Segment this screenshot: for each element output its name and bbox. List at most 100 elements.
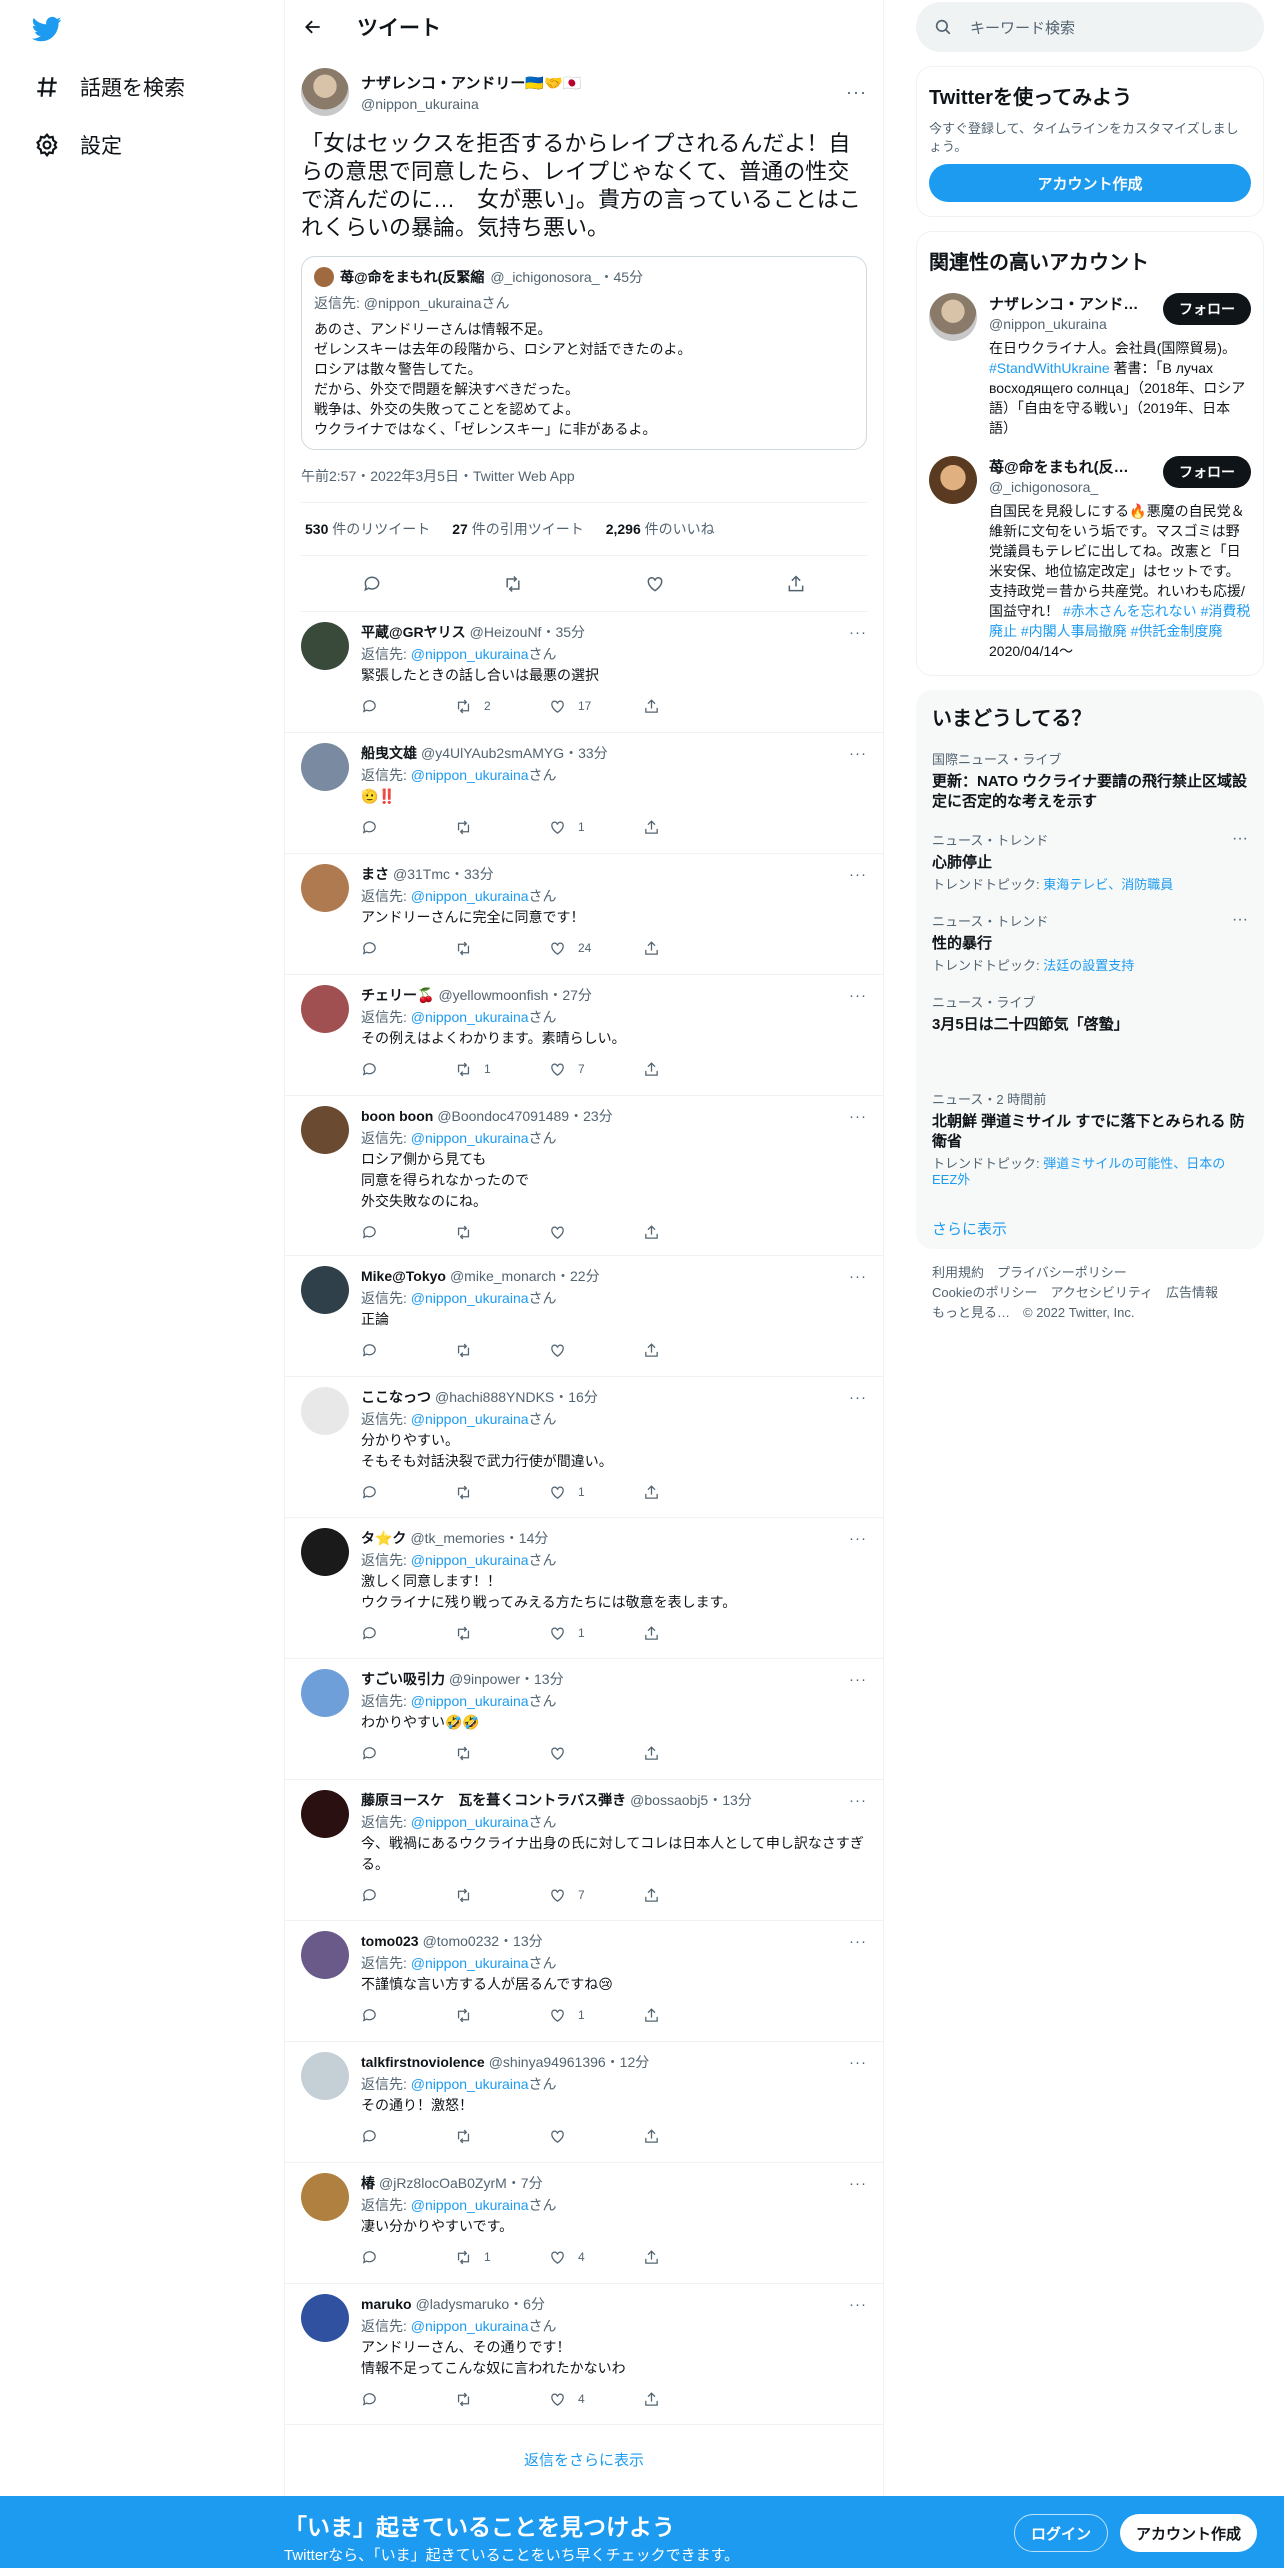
avatar[interactable]: [301, 1106, 349, 1154]
share-button[interactable]: [643, 1625, 737, 1642]
reply-author-meta[interactable]: @ladysmaruko・6分: [416, 2294, 545, 2314]
reply-button[interactable]: [361, 1887, 455, 1904]
more-icon[interactable]: ···: [849, 1108, 867, 1125]
reply-author-name[interactable]: 椿: [361, 2173, 375, 2193]
reply-author-meta[interactable]: @y4UlYAub2smAMYG・33分: [421, 743, 608, 763]
reply-author-meta[interactable]: @HeizouNf・35分: [470, 622, 585, 642]
reply-author-meta[interactable]: @Boondoc47091489・23分: [437, 1106, 612, 1126]
like-button[interactable]: [549, 1342, 643, 1359]
twitter-logo-icon[interactable]: [30, 14, 64, 44]
mention-link[interactable]: @nippon_ukuraina: [411, 888, 529, 904]
avatar[interactable]: [929, 293, 977, 341]
avatar[interactable]: [301, 2052, 349, 2100]
like-button[interactable]: 17: [549, 698, 643, 715]
reply-author-name[interactable]: talkfirstnoviolence: [361, 2054, 485, 2070]
share-button[interactable]: [643, 2249, 737, 2266]
reply-tweet[interactable]: チェリー🍒 @yellowmoonfish・27分 ··· 返信先: @nipp…: [285, 975, 883, 1096]
more-icon[interactable]: ···: [849, 987, 867, 1004]
avatar[interactable]: [301, 1931, 349, 1979]
quote-count[interactable]: 27 件の引用ツイート: [452, 519, 583, 539]
share-button[interactable]: [643, 2391, 737, 2408]
reply-button[interactable]: [361, 1745, 455, 1762]
like-button[interactable]: 1: [549, 1625, 643, 1642]
reply-tweet[interactable]: 椿 @jRz8locOaB0ZyrM・7分 ··· 返信先: @nippon_u…: [285, 2163, 883, 2284]
retweet-icon[interactable]: [503, 574, 523, 594]
like-button[interactable]: [549, 1745, 643, 1762]
more-icon[interactable]: ···: [1232, 830, 1248, 848]
like-button[interactable]: 1: [549, 1484, 643, 1501]
author-name[interactable]: ナザレンコ・アンドリー🇺🇦🤝🇯🇵: [361, 72, 581, 93]
reply-button[interactable]: [361, 1342, 455, 1359]
more-icon[interactable]: ···: [849, 624, 867, 641]
reply-tweet[interactable]: tomo023 @tomo0232・13分 ··· 返信先: @nippon_u…: [285, 1921, 883, 2042]
reply-tweet[interactable]: まさ @31Tmc・33分 ··· 返信先: @nippon_ukurainaさ…: [285, 854, 883, 975]
share-button[interactable]: [643, 1224, 737, 1241]
retweet-button[interactable]: 1: [455, 1061, 549, 1078]
mention-link[interactable]: @nippon_ukuraina: [411, 1130, 529, 1146]
mention-link[interactable]: @nippon_ukuraina: [411, 1009, 529, 1025]
reply-author-meta[interactable]: @hachi888YNDKS・16分: [435, 1387, 598, 1407]
reply-button[interactable]: [361, 698, 455, 715]
retweet-button[interactable]: [455, 1484, 549, 1501]
share-button[interactable]: [643, 1061, 737, 1078]
follow-button[interactable]: フォロー: [1163, 293, 1251, 325]
related-name[interactable]: ナザレンコ・アンドリー🇺🇦🤝🇯🇵: [989, 293, 1139, 314]
more-icon[interactable]: ···: [849, 1933, 867, 1950]
retweet-button[interactable]: 2: [455, 698, 549, 715]
avatar[interactable]: [301, 1266, 349, 1314]
like-button[interactable]: [549, 2128, 643, 2145]
more-icon[interactable]: ···: [849, 2054, 867, 2071]
mention-link[interactable]: @nippon_ukuraina: [411, 2318, 529, 2334]
like-count[interactable]: 2,296 件のいいね: [606, 519, 715, 539]
mention-link[interactable]: @nippon_ukuraina: [411, 2076, 529, 2092]
retweet-button[interactable]: [455, 819, 549, 836]
footer-line[interactable]: 利用規約 プライバシーポリシー: [932, 1263, 1264, 1283]
avatar[interactable]: [301, 1528, 349, 1576]
share-button[interactable]: [643, 698, 737, 715]
related-name[interactable]: 苺@命をまもれ(反緊縮: [989, 456, 1139, 477]
more-icon[interactable]: ···: [849, 1792, 867, 1809]
related-account[interactable]: ナザレンコ・アンドリー🇺🇦🤝🇯🇵 @nippon_ukuraina フォロー 在…: [929, 293, 1251, 438]
retweet-button[interactable]: 1: [455, 2249, 549, 2266]
back-arrow-icon[interactable]: [303, 17, 323, 37]
like-button[interactable]: 4: [549, 2391, 643, 2408]
reply-author-meta[interactable]: @jRz8locOaB0ZyrM・7分: [379, 2173, 543, 2193]
reply-author-name[interactable]: タ⭐ク: [361, 1528, 406, 1548]
like-button[interactable]: 7: [549, 1887, 643, 1904]
reply-button[interactable]: [361, 1625, 455, 1642]
like-button[interactable]: 4: [549, 2249, 643, 2266]
retweet-button[interactable]: [455, 1745, 549, 1762]
trend-topic-link[interactable]: 法廷の設置支持: [1043, 958, 1134, 973]
like-button[interactable]: 7: [549, 1061, 643, 1078]
reply-author-name[interactable]: boon boon: [361, 1108, 433, 1124]
reply-tweet[interactable]: 平蔵@GRヤリス @HeizouNf・35分 ··· 返信先: @nippon_…: [285, 612, 883, 733]
retweet-button[interactable]: [455, 2391, 549, 2408]
trend-item[interactable]: ニュース・ライブ 3月5日は二十四節気「啓蟄」: [932, 992, 1248, 1035]
reply-button[interactable]: [361, 1224, 455, 1241]
mention-link[interactable]: @nippon_ukuraina: [411, 1814, 529, 1830]
share-button[interactable]: [643, 2128, 737, 2145]
share-button[interactable]: [643, 1887, 737, 1904]
more-icon[interactable]: ···: [849, 745, 867, 762]
mention-link[interactable]: @nippon_ukuraina: [411, 1290, 529, 1306]
mention-link[interactable]: @nippon_ukuraina: [411, 1411, 529, 1427]
more-icon[interactable]: ···: [1232, 911, 1248, 929]
related-account[interactable]: 苺@命をまもれ(反緊縮 @_ichigonosora_ フォロー 自国民を見殺し…: [929, 456, 1251, 661]
avatar[interactable]: [301, 68, 349, 116]
login-button[interactable]: ログイン: [1014, 2514, 1109, 2552]
reply-button[interactable]: [361, 2249, 455, 2266]
reply-button[interactable]: [361, 819, 455, 836]
share-button[interactable]: [643, 1745, 737, 1762]
retweet-button[interactable]: [455, 2007, 549, 2024]
retweet-button[interactable]: [455, 1342, 549, 1359]
reply-author-name[interactable]: 藤原ヨースケ 瓦を葺くコントラバス弾き: [361, 1790, 626, 1810]
reply-button[interactable]: [361, 1484, 455, 1501]
share-button[interactable]: [643, 819, 737, 836]
like-icon[interactable]: [645, 574, 665, 594]
reply-author-meta[interactable]: @bossaobj5・13分: [630, 1790, 752, 1810]
reply-author-name[interactable]: maruko: [361, 2296, 412, 2312]
reply-author-meta[interactable]: @yellowmoonfish・27分: [438, 985, 592, 1005]
avatar[interactable]: [301, 622, 349, 670]
trend-item[interactable]: ニュース・トレンド 性的暴行 トレンドトピック: 法廷の設置支持 ···: [932, 911, 1248, 974]
like-button[interactable]: [549, 1224, 643, 1241]
